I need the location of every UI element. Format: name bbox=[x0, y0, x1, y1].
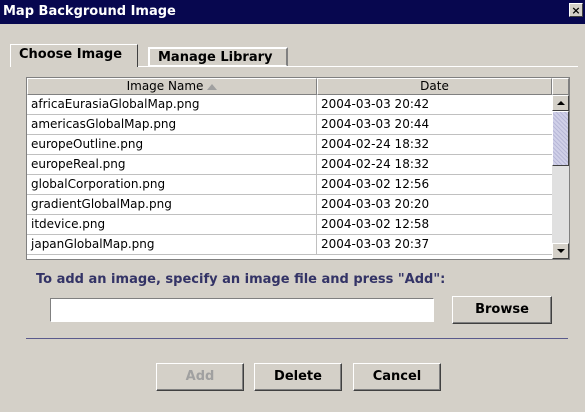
arrow-down-icon bbox=[557, 249, 565, 253]
cell-date: 2004-02-24 18:32 bbox=[321, 157, 430, 171]
cell-image-name: globalCorporation.png bbox=[27, 175, 317, 195]
cancel-button[interactable]: Cancel bbox=[353, 363, 441, 391]
table-row[interactable]: gradientGlobalMap.png 2004-03-03 20:20 bbox=[27, 195, 552, 215]
cell-date: 2004-02-24 18:32 bbox=[321, 137, 430, 151]
table-row[interactable]: africaEurasiaGlobalMap.png 2004-03-03 20:… bbox=[27, 95, 552, 115]
add-instruction-label: To add an image, specify an image file a… bbox=[36, 272, 446, 287]
cell-image-name: americasGlobalMap.png bbox=[27, 115, 317, 135]
column-header-date[interactable]: Date bbox=[317, 78, 552, 95]
table-row[interactable]: japanGlobalMap.png 2004-03-03 20:37 bbox=[27, 235, 552, 255]
cell-image-name: itdevice.png bbox=[27, 215, 317, 235]
table-row[interactable]: itdevice.png 2004-03-02 12:58 bbox=[27, 215, 552, 235]
delete-button[interactable]: Delete bbox=[254, 363, 342, 391]
cell-date: 2004-03-03 20:20 bbox=[321, 197, 430, 211]
tab-choose-image[interactable]: Choose Image bbox=[10, 44, 138, 67]
cell-image-name: europeOutline.png bbox=[27, 135, 317, 155]
window-title: Map Background Image bbox=[3, 4, 176, 19]
cell-date: 2004-03-02 12:56 bbox=[321, 177, 430, 191]
table-body: africaEurasiaGlobalMap.png 2004-03-03 20:… bbox=[27, 95, 552, 255]
image-table: Image Name Date africaEurasiaGlobalMap.p… bbox=[26, 77, 570, 260]
header-corner bbox=[552, 78, 569, 95]
cell-date: 2004-03-02 12:58 bbox=[321, 217, 430, 231]
add-button[interactable]: Add bbox=[156, 363, 244, 391]
browse-button[interactable]: Browse bbox=[452, 296, 552, 324]
column-header-image-name[interactable]: Image Name bbox=[27, 78, 317, 95]
cell-image-name: europeReal.png bbox=[27, 155, 317, 175]
scroll-down-button[interactable] bbox=[552, 243, 569, 259]
scroll-up-button[interactable] bbox=[552, 95, 569, 111]
column-header-label: Image Name bbox=[126, 79, 204, 93]
separator-line bbox=[26, 338, 568, 339]
cell-image-name: gradientGlobalMap.png bbox=[27, 195, 317, 215]
table-row[interactable]: globalCorporation.png 2004-03-02 12:56 bbox=[27, 175, 552, 195]
cell-date: 2004-03-03 20:44 bbox=[321, 117, 430, 131]
cell-image-name: japanGlobalMap.png bbox=[27, 235, 317, 255]
close-button[interactable]: × bbox=[569, 3, 583, 17]
scrollbar-thumb[interactable] bbox=[552, 111, 569, 166]
cell-image-name: africaEurasiaGlobalMap.png bbox=[27, 95, 317, 115]
cell-date: 2004-03-03 20:42 bbox=[321, 97, 430, 111]
sort-ascending-icon bbox=[207, 83, 218, 90]
tab-manage-library[interactable]: Manage Library bbox=[148, 47, 288, 67]
table-row[interactable]: europeOutline.png 2004-02-24 18:32 bbox=[27, 135, 552, 155]
table-header: Image Name Date bbox=[27, 78, 569, 95]
arrow-up-icon bbox=[557, 101, 565, 105]
vertical-scrollbar[interactable] bbox=[552, 95, 569, 259]
cell-date: 2004-03-03 20:37 bbox=[321, 237, 430, 251]
image-file-input[interactable] bbox=[50, 298, 434, 322]
table-row[interactable]: americasGlobalMap.png 2004-03-03 20:44 bbox=[27, 115, 552, 135]
table-row[interactable]: europeReal.png 2004-02-24 18:32 bbox=[27, 155, 552, 175]
title-bar: Map Background Image × bbox=[0, 0, 585, 24]
